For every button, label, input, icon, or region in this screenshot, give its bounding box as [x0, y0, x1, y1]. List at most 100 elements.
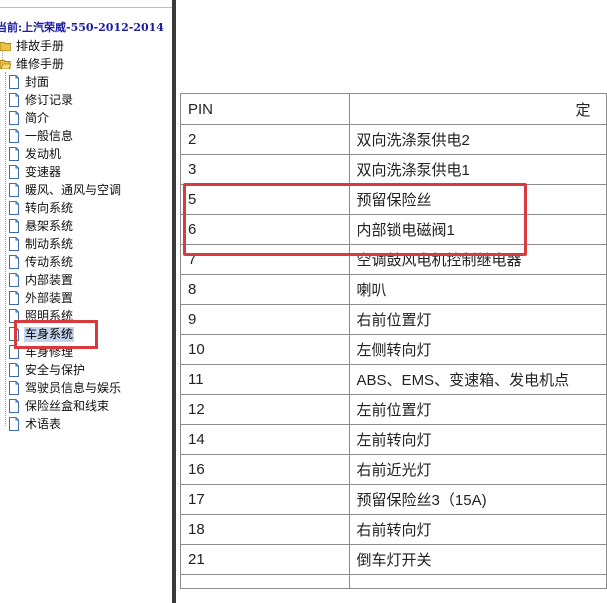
tree-item-interior[interactable]: 内部装置	[8, 271, 74, 289]
definition-cell: 左前位置灯	[348, 394, 607, 425]
table-header-row: PIN 定	[180, 93, 607, 125]
definition-cell: 双向洗涤泵供电1	[348, 154, 607, 185]
document-icon	[9, 183, 19, 197]
document-icon	[9, 255, 19, 269]
definition-cell: ABS、EMS、变速箱、发电机点	[348, 364, 607, 395]
document-icon	[9, 381, 19, 395]
tree-item-label: 转向系统	[25, 200, 74, 215]
document-icon	[9, 201, 19, 215]
tree-item-label: 修订记录	[25, 92, 74, 107]
tree-item-label: 驾驶员信息与娱乐	[25, 380, 122, 395]
table-row: 10 左侧转向灯	[180, 334, 607, 365]
selected-item-annotation-box	[14, 320, 98, 349]
pin-cell: 2	[180, 124, 350, 155]
document-icon	[9, 111, 19, 125]
tree-item-driveline[interactable]: 传动系统	[8, 253, 74, 271]
tree-item-glossary[interactable]: 术语表	[8, 415, 62, 433]
document-icon	[9, 399, 19, 413]
tree-top-divider	[0, 7, 172, 8]
tree-folder-label: 维修手册	[16, 56, 65, 71]
tree-item-steering[interactable]: 转向系统	[8, 199, 74, 217]
definition-cell: 右前转向灯	[348, 514, 607, 545]
tree-item-brakes[interactable]: 制动系统	[8, 235, 74, 253]
tree-item-label: 简介	[25, 110, 50, 125]
document-icon	[9, 93, 19, 107]
definition-cell: 左前转向灯	[348, 424, 607, 455]
definition-cell: 喇叭	[348, 274, 607, 305]
tree-item-label: 变速器	[25, 164, 62, 179]
tree-item-revision-record[interactable]: 修订记录	[8, 91, 74, 109]
definition-column-header: 定	[348, 93, 607, 125]
tree-item-label: 暖风、通风与空调	[25, 182, 122, 197]
tree-item-hvac[interactable]: 暖风、通风与空调	[8, 181, 122, 199]
table-row: 9 右前位置灯	[180, 304, 607, 335]
table-row: 18 右前转向灯	[180, 514, 607, 545]
pin-cell: 8	[180, 274, 350, 305]
tree-item-label: 发动机	[25, 146, 62, 161]
document-icon	[9, 129, 19, 143]
document-icon	[9, 363, 19, 377]
tree-item-label: 保险丝盒和线束	[25, 398, 110, 413]
tree-item-label: 内部装置	[25, 272, 74, 287]
pin-cell: 21	[180, 544, 350, 575]
pin-cell: 14	[180, 424, 350, 455]
definition-cell: 预留保险丝3（15A)	[348, 484, 607, 515]
table-row: 3 双向洗涤泵供电1	[180, 154, 607, 185]
pin-cell: 10	[180, 334, 350, 365]
help-viewer-window: 当前:上汽荣威-550-2012-2014 排故手册 维修手册 封面 修订记录	[0, 0, 607, 603]
table-row-partial	[180, 574, 607, 589]
definition-cell: 左侧转向灯	[348, 334, 607, 365]
document-icon	[9, 237, 19, 251]
tree-item-exterior[interactable]: 外部装置	[8, 289, 74, 307]
definition-header-text: 定	[575, 101, 591, 119]
tree-current-manual-title: 当前:上汽荣威-550-2012-2014	[0, 21, 164, 34]
tree-folder-repair-manual[interactable]: 维修手册	[0, 55, 65, 73]
document-icon	[9, 417, 19, 431]
tree-item-label: 安全与保护	[25, 362, 86, 377]
definition-cell: 右前近光灯	[348, 454, 607, 485]
definition-cell: 双向洗涤泵供电2	[348, 124, 607, 155]
definition-cell: 倒车灯开关	[348, 544, 607, 575]
tree-item-suspension[interactable]: 悬架系统	[8, 217, 74, 235]
pin-cell: 9	[180, 304, 350, 335]
tree-item-label: 制动系统	[25, 236, 74, 251]
tree-folder-label: 排故手册	[16, 38, 65, 53]
tree-item-transmission[interactable]: 变速器	[8, 163, 62, 181]
document-icon	[9, 219, 19, 233]
pin-cell: 17	[180, 484, 350, 515]
pin-cell	[180, 574, 350, 589]
tree-item-label: 术语表	[25, 416, 62, 431]
tree-item-driver-info[interactable]: 驾驶员信息与娱乐	[8, 379, 122, 397]
tree-connector-line	[5, 72, 6, 426]
document-icon	[9, 75, 19, 89]
pin-cell: 11	[180, 364, 350, 395]
folder-closed-icon	[0, 42, 11, 51]
table-row: 17 预留保险丝3（15A)	[180, 484, 607, 515]
tree-item-label: 外部装置	[25, 290, 74, 305]
table-rows-annotation-box	[183, 183, 527, 256]
table-row: 21 倒车灯开关	[180, 544, 607, 575]
table-row: 11 ABS、EMS、变速箱、发电机点	[180, 364, 607, 395]
tree-item-label: 传动系统	[25, 254, 74, 269]
tree-item-label: 一般信息	[25, 128, 74, 143]
tree-item-general-info[interactable]: 一般信息	[8, 127, 74, 145]
document-content-pane: PIN 定 2 双向洗涤泵供电2 3 双向洗涤泵供电1 5 预留保险丝 6 内部锁电磁阀…	[176, 0, 607, 603]
table-row: 16 右前近光灯	[180, 454, 607, 485]
document-icon	[9, 165, 19, 179]
tree-item-safety[interactable]: 安全与保护	[8, 361, 86, 379]
table-row: 2 双向洗涤泵供电2	[180, 124, 607, 155]
tree-item-engine[interactable]: 发动机	[8, 145, 62, 163]
pin-cell: 12	[180, 394, 350, 425]
tree-item-label: 封面	[25, 74, 50, 89]
pin-cell: 18	[180, 514, 350, 545]
table-row: 8 喇叭	[180, 274, 607, 305]
pin-definition-table: PIN 定 2 双向洗涤泵供电2 3 双向洗涤泵供电1 5 预留保险丝 6 内部锁电磁阀…	[180, 93, 607, 589]
tree-item-cover[interactable]: 封面	[8, 73, 50, 91]
tree-item-fuse-box[interactable]: 保险丝盒和线束	[8, 397, 110, 415]
pin-cell: 3	[180, 154, 350, 185]
navigation-tree-pane[interactable]: 当前:上汽荣威-550-2012-2014 排故手册 维修手册 封面 修订记录	[0, 0, 172, 603]
tree-folder-troubleshooting[interactable]: 排故手册	[0, 37, 65, 55]
tree-item-introduction[interactable]: 简介	[8, 109, 50, 127]
definition-cell	[348, 574, 607, 589]
document-icon	[9, 291, 19, 305]
